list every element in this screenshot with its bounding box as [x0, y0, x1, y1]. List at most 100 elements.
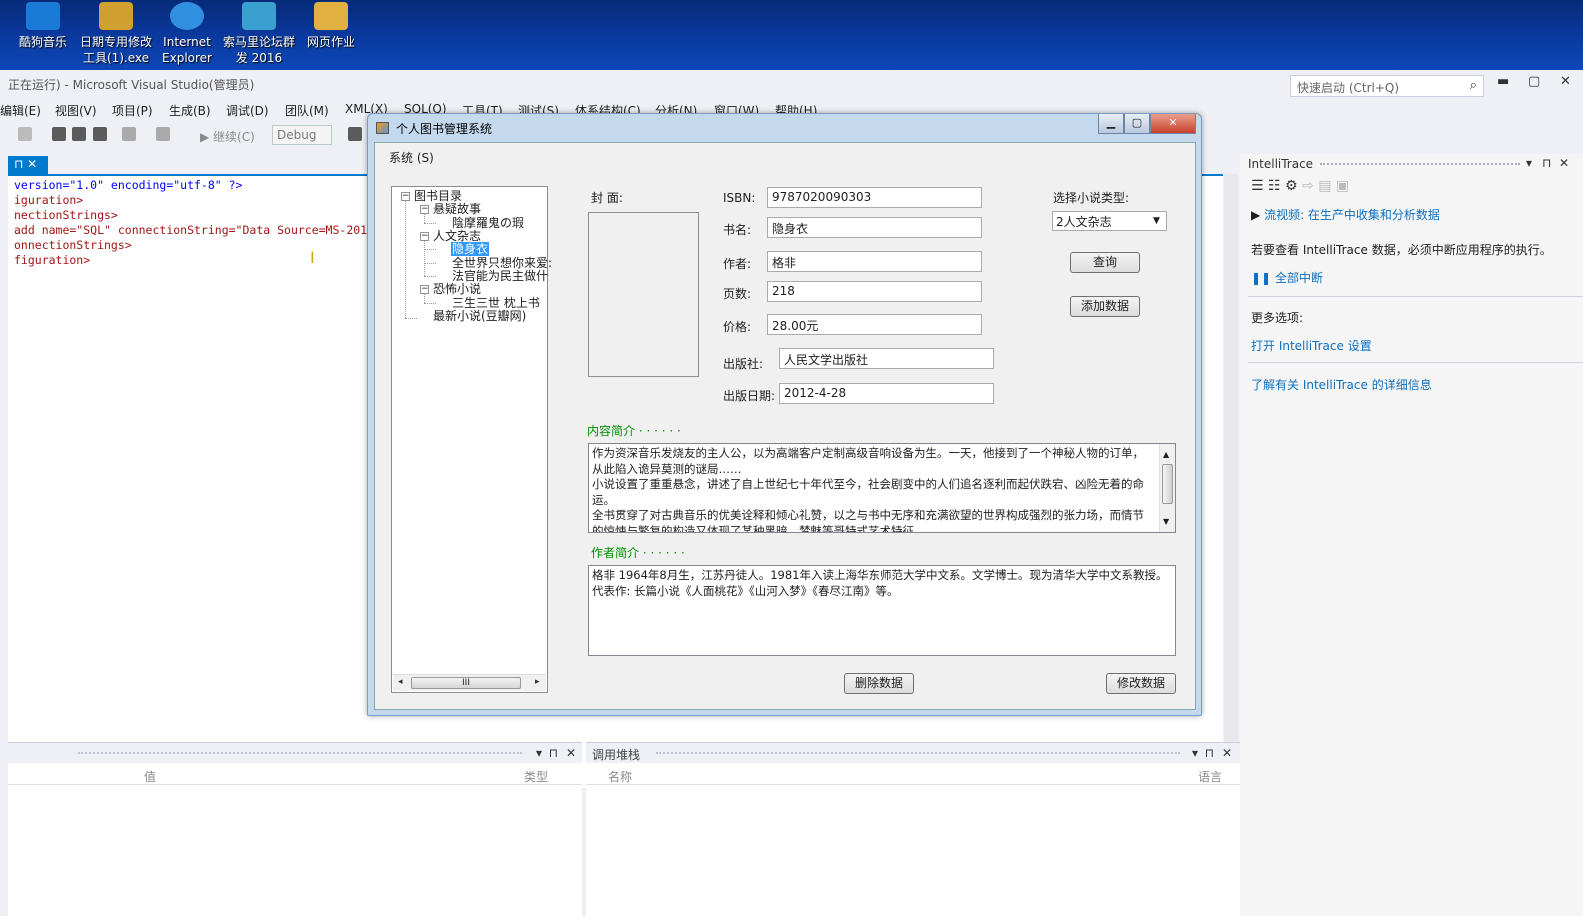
panel-dropdown-icon[interactable]: ▾	[1192, 746, 1198, 760]
novel-type-dropdown[interactable]: 2人文杂志 ▼	[1052, 211, 1167, 231]
price-input[interactable]: 28.00元	[767, 314, 982, 335]
tree-collapse-toggle[interactable]: −	[420, 205, 429, 214]
desktop-icon-ie[interactable]: Internet Explorer	[148, 2, 226, 66]
desktop-icon-homework[interactable]: 网页作业	[292, 2, 370, 50]
video-icon: ▶	[1251, 208, 1261, 222]
document-tab[interactable]: ⊓ ✕	[8, 156, 48, 174]
tree-line	[424, 249, 436, 250]
quick-launch-input[interactable]: 快速启动 (Ctrl+Q) ⌕	[1290, 75, 1484, 97]
tree-node-catalog[interactable]: 图书目录	[414, 189, 462, 203]
minimize-button[interactable]: ▬	[1497, 74, 1509, 89]
find-icon[interactable]	[348, 127, 362, 141]
author-intro-textarea[interactable]: 格非 1964年8月生，江苏丹徒人。1981年入读上海华东师范大学中文系。文学博…	[588, 565, 1176, 656]
new-file-icon[interactable]	[18, 127, 32, 141]
menu-edit[interactable]: 编辑(E)	[0, 102, 41, 119]
column-type[interactable]: 类型	[524, 768, 548, 785]
scroll-thumb[interactable]: III	[411, 677, 521, 689]
desktop-icon-somali[interactable]: 索马里论坛群发 2016	[220, 2, 298, 66]
pin-icon[interactable]: ⊓	[549, 746, 558, 760]
save-all-icon[interactable]	[93, 127, 107, 141]
tree-collapse-toggle[interactable]: −	[401, 192, 410, 201]
tree-node-book[interactable]: 法官能为民主做什	[452, 269, 548, 283]
undo-icon[interactable]	[122, 127, 136, 141]
tree-node-book[interactable]: 陰摩羅鬼の瑕	[452, 216, 524, 230]
summary-vertical-scrollbar[interactable]: ▲ ▼	[1159, 444, 1175, 532]
app-maximize-button[interactable]: ▢	[1124, 114, 1150, 134]
tree-horizontal-scrollbar[interactable]: ◂ III ▸	[393, 674, 546, 691]
author-input[interactable]: 格非	[767, 251, 982, 272]
book-catalog-tree[interactable]: − 图书目录 − 悬疑故事 陰摩羅鬼の瑕 − 人文杂志 隐身衣 全世界只想你来爱…	[391, 186, 552, 693]
delete-data-button[interactable]: 删除数据	[844, 673, 914, 694]
break-all-link[interactable]: 全部中断	[1275, 271, 1323, 285]
publish-date-input[interactable]: 2012-4-28	[779, 383, 994, 404]
scroll-down-icon[interactable]: ▼	[1163, 514, 1169, 530]
continue-button[interactable]: ▶ 继续(C)	[200, 128, 255, 145]
close-button[interactable]: ✕	[1560, 74, 1571, 89]
panel-close-icon[interactable]: ✕	[1559, 156, 1569, 170]
maximize-button[interactable]: ▢	[1528, 74, 1540, 89]
panel-close-icon[interactable]: ✕	[566, 746, 576, 760]
learn-more-link[interactable]: 了解有关 IntelliTrace 的详细信息	[1251, 376, 1432, 393]
edit-data-button[interactable]: 修改数据	[1106, 673, 1176, 694]
stream-video-link[interactable]: 流视频: 在生产中收集和分析数据	[1264, 208, 1440, 222]
column-value[interactable]: 值	[144, 768, 156, 785]
list-view-icon[interactable]: ☰	[1251, 178, 1264, 194]
tree-node-book[interactable]: 三生三世 枕上书	[452, 296, 540, 310]
settings-gear-icon[interactable]: ⚙	[1285, 178, 1298, 194]
app-close-button[interactable]: ✕	[1150, 114, 1196, 134]
save-icon[interactable]	[72, 127, 86, 141]
redo-icon[interactable]	[156, 127, 170, 141]
scroll-up-icon[interactable]: ▲	[1163, 447, 1169, 463]
open-log-icon[interactable]: ▤	[1318, 178, 1331, 194]
panel-dropdown-icon[interactable]: ▾	[536, 746, 542, 760]
open-icon[interactable]	[52, 127, 66, 141]
query-button[interactable]: 查询	[1070, 252, 1140, 273]
scroll-right-icon[interactable]: ▸	[535, 677, 540, 687]
desktop-icon-label: Internet Explorer	[162, 35, 212, 65]
stream-video-row[interactable]: ▶ 流视频: 在生产中收集和分析数据	[1251, 206, 1440, 223]
pages-input[interactable]: 218	[767, 281, 982, 302]
scroll-left-icon[interactable]: ◂	[398, 677, 403, 687]
tree-node-horror[interactable]: 恐怖小说	[433, 282, 481, 296]
menu-debug[interactable]: 调试(D)	[226, 102, 269, 119]
solution-config-dropdown[interactable]: Debug	[272, 125, 332, 145]
save-log-icon[interactable]: ▣	[1336, 178, 1349, 194]
menu-team[interactable]: 团队(M)	[285, 102, 329, 119]
summary-textarea[interactable]: 作为资深音乐发烧友的主人公，以为高端客户定制高级音响设备为生。一天，他接到了一个…	[588, 443, 1176, 533]
add-data-button[interactable]: 添加数据	[1070, 296, 1140, 317]
tree-collapse-toggle[interactable]: −	[420, 285, 429, 294]
panel-close-icon[interactable]: ✕	[1222, 746, 1232, 760]
editor-vertical-scrollbar[interactable]	[1224, 174, 1238, 788]
tree-node-book[interactable]: 全世界只想你来爱:	[452, 256, 552, 270]
menu-build[interactable]: 生成(B)	[169, 102, 211, 119]
tree-node-latest[interactable]: 最新小说(豆瓣网)	[433, 309, 526, 323]
book-name-input[interactable]: 隐身衣	[767, 217, 982, 238]
navigate-icon[interactable]: ⇨	[1302, 178, 1314, 194]
column-name[interactable]: 名称	[608, 768, 632, 785]
menu-project[interactable]: 项目(P)	[112, 102, 153, 119]
column-language[interactable]: 语言	[1198, 768, 1222, 785]
app-minimize-button[interactable]: ▁	[1098, 114, 1124, 134]
break-all-row[interactable]: ❚❚ 全部中断	[1251, 269, 1323, 286]
tree-node-suspense[interactable]: 悬疑故事	[433, 202, 481, 216]
desktop-icon-kugou[interactable]: 酷狗音乐	[4, 2, 82, 50]
panel-dropdown-icon[interactable]: ▾	[1526, 156, 1532, 170]
pin-icon[interactable]: ⊓	[1205, 746, 1214, 760]
desktop-icon-date-tool[interactable]: 日期专用修改工具(1).exe	[76, 2, 156, 66]
panel-grip	[656, 752, 1180, 754]
app-menu-system[interactable]: 系统 (S)	[389, 149, 434, 166]
menu-view[interactable]: 视图(V)	[55, 102, 97, 119]
tree-collapse-toggle[interactable]: −	[420, 232, 429, 241]
publisher-input[interactable]: 人民文学出版社	[779, 348, 994, 369]
tree-node-book-selected[interactable]: 隐身衣	[451, 242, 490, 256]
intellitrace-notice: 若要查看 IntelliTrace 数据，必须中断应用程序的执行。	[1251, 243, 1552, 257]
pages-label: 页数:	[723, 287, 752, 301]
scroll-thumb[interactable]	[1162, 464, 1173, 504]
tree-view-icon[interactable]: ☷	[1268, 178, 1281, 194]
isbn-input[interactable]: 9787020090303	[767, 187, 982, 208]
open-settings-link[interactable]: 打开 IntelliTrace 设置	[1251, 337, 1372, 354]
chevron-down-icon[interactable]: ▼	[1149, 214, 1164, 228]
pin-icon[interactable]: ⊓	[1542, 156, 1551, 170]
tree-node-humanities[interactable]: 人文杂志	[433, 229, 481, 243]
code-text: iguration>	[14, 193, 84, 207]
